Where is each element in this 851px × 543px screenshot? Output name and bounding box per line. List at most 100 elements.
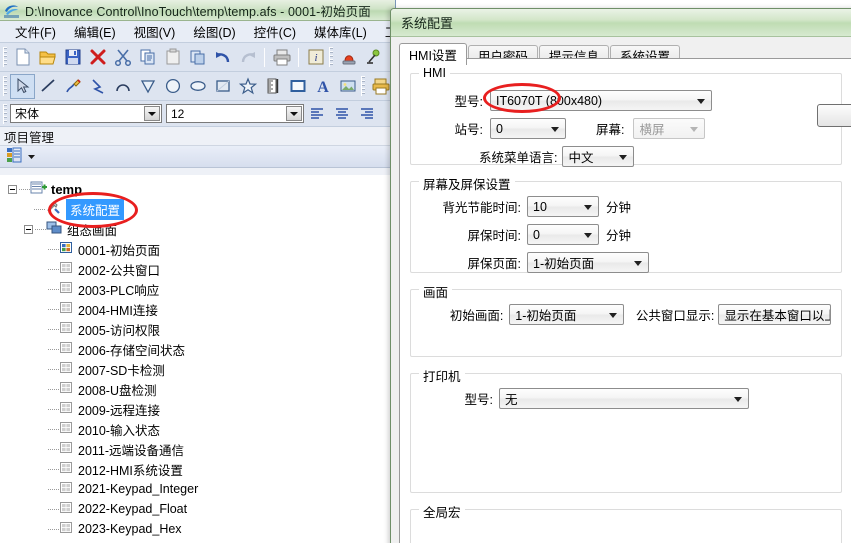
image-icon[interactable] <box>335 74 360 99</box>
dialog-title-bar[interactable]: 系统配置 <box>391 9 851 37</box>
polygon-icon[interactable] <box>135 74 160 99</box>
tree-node-screen[interactable]: 2004-HMI连接 <box>0 299 395 319</box>
tree-label-screen: 2011-远端设备通信 <box>78 443 185 458</box>
tree-connector <box>48 248 59 250</box>
info-icon[interactable]: i <box>303 45 328 70</box>
line-icon[interactable] <box>35 74 60 99</box>
chevron-down-icon[interactable] <box>584 204 592 210</box>
menu-file[interactable]: 文件(F) <box>6 20 65 44</box>
tab-hmi-settings[interactable]: HMI设置 <box>399 43 467 65</box>
star-icon[interactable] <box>235 74 260 99</box>
print-icon[interactable] <box>269 45 294 70</box>
undo-icon[interactable] <box>210 45 235 70</box>
tree-node-screen[interactable]: 2006-存储空间状态 <box>0 339 395 359</box>
expander-screens[interactable] <box>24 224 33 234</box>
tree-node-screen[interactable]: 2021-Keypad_Integer <box>0 479 395 499</box>
copy-icon[interactable] <box>135 45 160 70</box>
align-left-icon[interactable] <box>304 101 329 126</box>
rectangle-fill-icon[interactable] <box>210 74 235 99</box>
chevron-down-icon[interactable] <box>634 260 642 266</box>
tree-node-screens-group[interactable]: 组态画面 <box>0 219 395 239</box>
station-combo[interactable]: 0 <box>490 118 566 139</box>
expander-root[interactable] <box>8 184 17 194</box>
toolbar-grip-2[interactable] <box>329 47 333 67</box>
tree-label-screen: 2012-HMI系统设置 <box>78 463 183 478</box>
tree-node-screen[interactable]: 2003-PLC响应 <box>0 279 395 299</box>
font-name-combo[interactable]: 宋体 <box>10 104 162 123</box>
menu-media-library[interactable]: 媒体库(L) <box>305 20 376 44</box>
menu-language-combo[interactable]: 中文 <box>562 146 635 167</box>
menu-edit[interactable]: 编辑(E) <box>65 20 125 44</box>
chevron-down-icon[interactable] <box>286 106 302 121</box>
arc-icon[interactable] <box>110 74 135 99</box>
tree-label-root: temp <box>51 181 83 197</box>
printer-model-combo[interactable]: 无 <box>499 388 749 409</box>
model-combo[interactable]: IT6070T (800x480) <box>490 90 712 111</box>
backlight-combo[interactable]: 10 <box>527 196 599 217</box>
tree-node-screen[interactable]: 2023-Keypad_Hex <box>0 519 395 539</box>
tree-node-root[interactable]: temp <box>0 179 395 199</box>
init-picture-combo[interactable]: 1-初始页面 <box>509 304 624 325</box>
tree-node-screen[interactable]: 2007-SD卡检测 <box>0 359 395 379</box>
common-window-combo[interactable]: 显示在基本窗口以上 <box>718 304 831 325</box>
chevron-down-icon[interactable] <box>619 154 628 160</box>
saver-time-value: 0 <box>533 227 540 242</box>
font-toolbar-grip[interactable] <box>3 103 7 124</box>
redo-icon[interactable] <box>235 45 260 70</box>
chevron-down-icon[interactable] <box>734 396 742 402</box>
scale-icon[interactable] <box>260 74 285 99</box>
svg-text:i: i <box>314 52 317 64</box>
project-root-icon <box>30 180 47 198</box>
text-icon[interactable]: A <box>310 74 335 99</box>
draw-toolbar-grip[interactable] <box>3 76 7 96</box>
chevron-down-icon[interactable] <box>608 312 617 318</box>
tree-node-screen[interactable]: 2011-远端设备通信 <box>0 439 395 459</box>
saver-page-combo[interactable]: 1-初始页面 <box>527 252 649 273</box>
chevron-down-icon[interactable] <box>584 232 592 238</box>
pencil-icon[interactable] <box>60 74 85 99</box>
pointer-icon[interactable] <box>10 73 35 99</box>
tree-node-screen[interactable]: 2010-输入状态 <box>0 419 395 439</box>
delete-x-icon[interactable] <box>85 45 110 70</box>
pin-icon[interactable] <box>361 45 386 70</box>
tree-node-screen[interactable]: 2002-公共窗口 <box>0 259 395 279</box>
tree-node-screen[interactable]: 2012-HMI系统设置 <box>0 459 395 479</box>
new-file-icon[interactable] <box>10 45 35 70</box>
alarm-lamp-icon[interactable] <box>336 45 361 70</box>
open-folder-icon[interactable] <box>35 45 60 70</box>
tree-node-screen[interactable]: 2022-Keypad_Float <box>0 499 395 519</box>
chevron-down-icon[interactable] <box>697 98 705 104</box>
chevron-down-icon[interactable] <box>144 106 160 121</box>
rectangle-frame-icon[interactable] <box>285 74 310 99</box>
project-view-icon[interactable] <box>6 147 22 166</box>
ellipse-icon[interactable] <box>185 74 210 99</box>
align-center-icon[interactable] <box>329 101 354 126</box>
dialog-side-button[interactable] <box>817 104 851 127</box>
menu-control[interactable]: 控件(C) <box>245 20 305 44</box>
toolbar-grip[interactable] <box>3 47 7 67</box>
menu-view[interactable]: 视图(V) <box>125 20 185 44</box>
cut-scissors-icon[interactable] <box>110 45 135 70</box>
draw-toolbar-grip-2[interactable] <box>361 76 365 96</box>
save-icon[interactable] <box>60 45 85 70</box>
tree-node-screen[interactable]: 0001-初始页面 <box>0 239 395 259</box>
svg-text:A: A <box>317 79 329 95</box>
project-tree[interactable]: temp 系统配置 组态画面 0001-初始页面 2002-公共窗口 2003-PL… <box>0 175 395 543</box>
align-right-icon[interactable] <box>354 101 379 126</box>
font-size-combo[interactable]: 12 <box>166 104 304 123</box>
paste-icon[interactable] <box>160 45 185 70</box>
screen-icon <box>59 361 74 378</box>
circle-icon[interactable] <box>160 74 185 99</box>
chevron-down-icon[interactable] <box>551 126 559 132</box>
menu-language-value: 中文 <box>568 151 594 165</box>
menu-draw[interactable]: 绘图(D) <box>184 20 244 44</box>
saver-time-combo[interactable]: 0 <box>527 224 599 245</box>
tree-node-screen[interactable]: 2005-访问权限 <box>0 319 395 339</box>
tree-node-system-config[interactable]: 系统配置 <box>0 198 395 220</box>
tree-node-screen[interactable]: 2008-U盘检测 <box>0 379 395 399</box>
polyline-icon[interactable] <box>85 74 110 99</box>
chevron-down-icon[interactable] <box>27 150 36 164</box>
tree-label-screen: 2022-Keypad_Float <box>78 502 188 516</box>
duplicate-icon[interactable] <box>185 45 210 70</box>
tree-node-screen[interactable]: 2009-远程连接 <box>0 399 395 419</box>
